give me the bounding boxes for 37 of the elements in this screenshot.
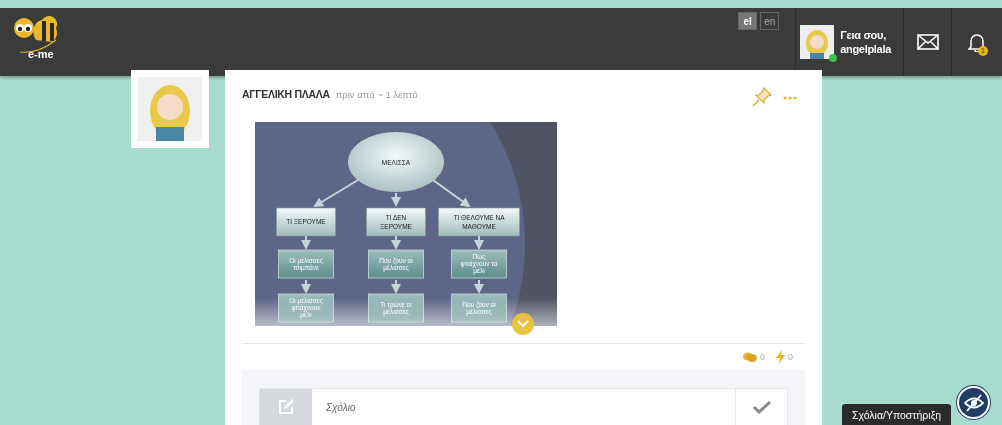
pushpin-icon[interactable] xyxy=(751,86,773,108)
logo-text: e-me xyxy=(28,48,54,60)
hide-button[interactable] xyxy=(957,386,990,419)
post-time: πριν από ~ 1 λεπτό xyxy=(335,89,418,100)
arrow xyxy=(391,235,401,250)
author-name: ΑΓΓΕΛΙΚΗ ΠΛΑΛΑ xyxy=(242,88,330,100)
reaction-count: 0 xyxy=(788,352,793,362)
comment-bar[interactable]: Σχόλιο xyxy=(259,388,788,425)
logo[interactable]: e-me xyxy=(12,12,84,68)
username: angelplala xyxy=(840,42,891,56)
eye-slash-icon xyxy=(963,393,984,412)
expand-button[interactable] xyxy=(512,313,534,335)
checkmark-icon xyxy=(751,400,772,414)
arrow xyxy=(474,235,484,250)
arrow xyxy=(391,279,401,294)
arrow xyxy=(391,192,401,207)
more-options-icon[interactable] xyxy=(783,96,797,100)
edit-icon xyxy=(277,398,295,416)
arrow xyxy=(432,179,471,208)
arrow xyxy=(301,279,311,294)
comment-count: 0 xyxy=(759,352,765,362)
bell-icon xyxy=(968,32,986,52)
speech-bubbles-icon[interactable] xyxy=(742,351,757,363)
arrow xyxy=(301,235,311,250)
arrow xyxy=(474,279,484,294)
lightning-icon[interactable] xyxy=(776,350,785,364)
avatar xyxy=(800,25,835,59)
language-button[interactable]: el xyxy=(738,12,758,30)
arrow xyxy=(313,179,359,208)
language-button[interactable]: en xyxy=(760,12,780,30)
feedback-tab[interactable]: Σχόλια/Υποστήριξη xyxy=(842,404,952,425)
chevron-down-icon xyxy=(517,320,529,328)
bee-logo-icon xyxy=(12,14,58,54)
comment-field[interactable]: Σχόλιο xyxy=(312,389,735,425)
avatar xyxy=(138,77,202,141)
greeting-text: Γεια σου, xyxy=(840,28,887,42)
envelope-icon xyxy=(916,34,939,50)
